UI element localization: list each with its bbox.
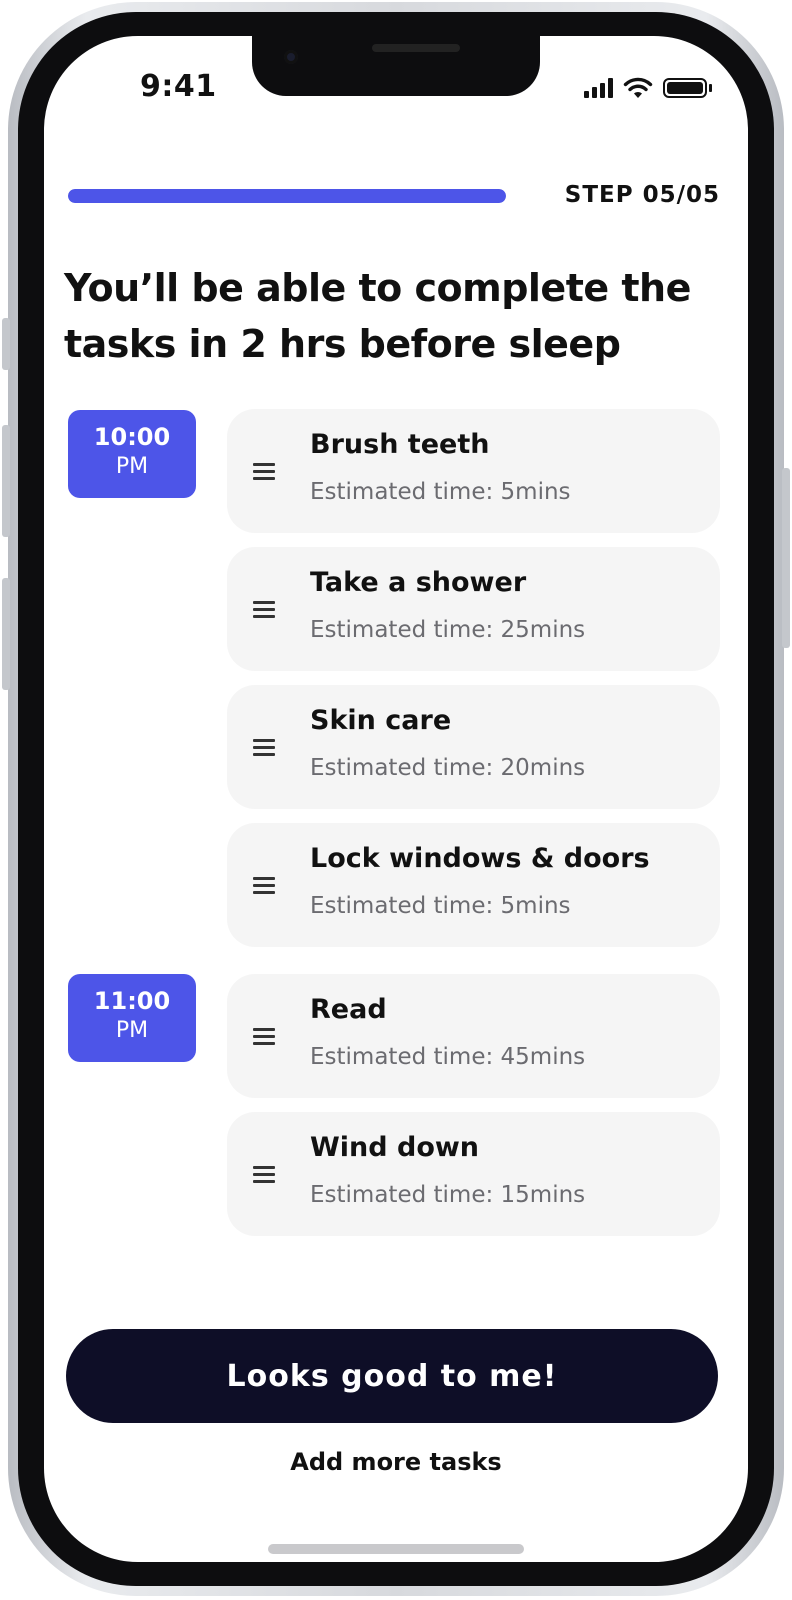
task-title: Skin care	[310, 705, 452, 736]
task-card-take-a-shower[interactable]: Take a shower Estimated time: 25mins	[227, 547, 720, 671]
task-title: Wind down	[310, 1132, 480, 1163]
task-title: Brush teeth	[310, 429, 490, 460]
time-badge-hour: 10:00	[93, 423, 171, 451]
camera-icon	[284, 50, 298, 64]
battery-icon	[663, 78, 707, 98]
drag-handle-icon[interactable]	[253, 1166, 275, 1183]
time-badge-period: PM	[115, 1018, 149, 1043]
wifi-icon	[623, 77, 653, 98]
cellular-signal-icon	[584, 78, 613, 98]
side-button-power	[782, 468, 790, 648]
app-screen: 9:41 STEP 05/05 You’ll be able to comple…	[44, 36, 748, 1562]
task-title: Lock windows & doors	[310, 843, 650, 874]
task-card-lock-windows-doors[interactable]: Lock windows & doors Estimated time: 5mi…	[227, 823, 720, 947]
status-icons	[584, 76, 712, 100]
task-title: Take a shower	[310, 567, 527, 598]
progress-bar	[68, 189, 506, 203]
task-estimate: Estimated time: 25mins	[310, 617, 586, 643]
task-title: Read	[310, 994, 387, 1025]
drag-handle-icon[interactable]	[253, 1028, 275, 1045]
drag-handle-icon[interactable]	[253, 601, 275, 618]
page-title: You’ll be able to complete the tasks in …	[64, 266, 691, 366]
time-badge-hour: 11:00	[93, 987, 171, 1015]
time-badge-10pm: 10:00 PM	[68, 410, 196, 498]
battery-cap	[709, 84, 712, 92]
home-indicator	[268, 1544, 524, 1554]
task-estimate: Estimated time: 5mins	[310, 479, 571, 505]
step-indicator: STEP 05/05	[564, 182, 720, 208]
task-card-brush-teeth[interactable]: Brush teeth Estimated time: 5mins	[227, 409, 720, 533]
side-button-volume-up	[2, 425, 10, 537]
status-time: 9:41	[140, 69, 217, 104]
task-card-skin-care[interactable]: Skin care Estimated time: 20mins	[227, 685, 720, 809]
task-estimate: Estimated time: 5mins	[310, 893, 571, 919]
task-estimate: Estimated time: 45mins	[310, 1044, 586, 1070]
confirm-button[interactable]: Looks good to me!	[66, 1329, 718, 1423]
drag-handle-icon[interactable]	[253, 739, 275, 756]
task-card-wind-down[interactable]: Wind down Estimated time: 15mins	[227, 1112, 720, 1236]
speaker-grille	[372, 44, 460, 52]
task-estimate: Estimated time: 20mins	[310, 755, 586, 781]
side-button-volume-down	[2, 578, 10, 690]
task-estimate: Estimated time: 15mins	[310, 1182, 586, 1208]
time-badge-period: PM	[115, 454, 149, 479]
notch	[252, 36, 540, 96]
add-more-tasks-link[interactable]: Add more tasks	[44, 1448, 748, 1476]
task-card-read[interactable]: Read Estimated time: 45mins	[227, 974, 720, 1098]
progress-fill	[68, 189, 506, 203]
drag-handle-icon[interactable]	[253, 877, 275, 894]
time-badge-11pm: 11:00 PM	[68, 974, 196, 1062]
side-button-silent	[2, 318, 10, 370]
drag-handle-icon[interactable]	[253, 463, 275, 480]
